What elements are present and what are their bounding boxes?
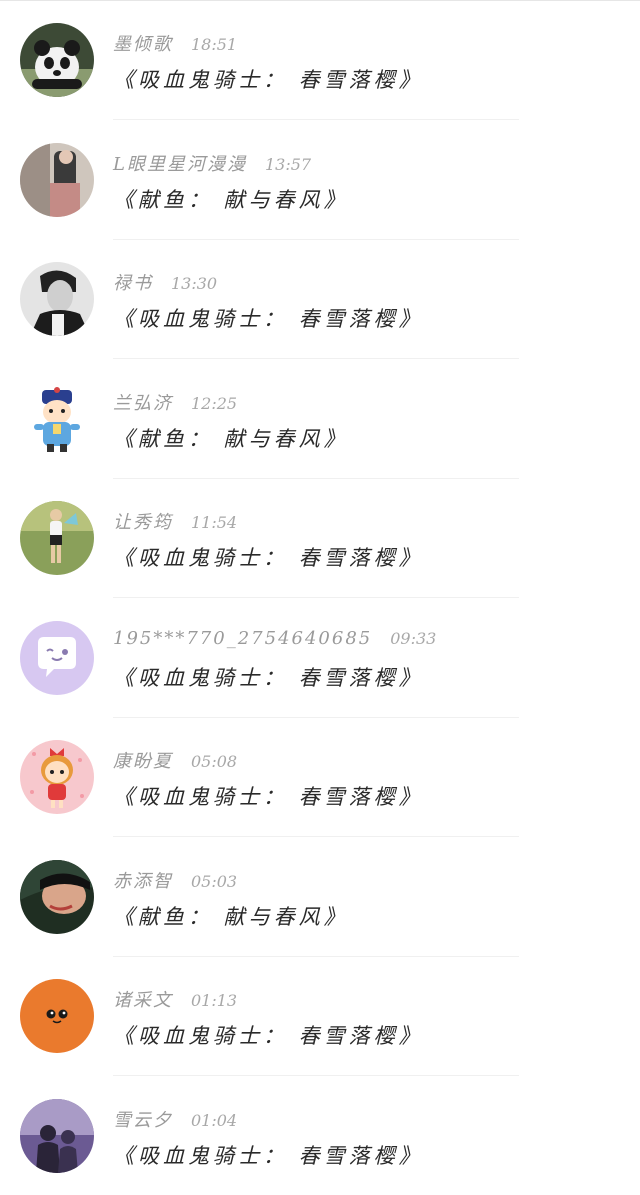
username[interactable]: 墨倾歌 — [113, 30, 173, 56]
comment-text: 《献鱼： 献与春风》 — [113, 904, 349, 929]
timestamp: 18:51 — [191, 35, 238, 54]
comment-text: 《献鱼： 献与春风》 — [113, 187, 349, 212]
comment-text: 《吸血鬼骑士： 春雪落樱》 — [113, 307, 424, 331]
comment-meta: 兰弘济 12:25 — [113, 389, 237, 415]
comment-meta: 让秀筠 11:54 — [113, 508, 237, 534]
list-item[interactable]: 诸采文 01:13 《吸血鬼骑士： 春雪落樱》 — [0, 956, 640, 1076]
comment-text: 《吸血鬼骑士： 春雪落樱》 — [113, 665, 424, 690]
timestamp: 12:25 — [191, 393, 238, 413]
cartoon-girl-avatar[interactable] — [20, 740, 94, 814]
username[interactable]: 兰弘济 — [113, 389, 173, 415]
timestamp: 01:04 — [191, 1110, 238, 1130]
list-item[interactable]: 195***770_2754640685 09:33 《吸血鬼骑士： 春雪落樱》 — [0, 598, 640, 718]
comment-meta: L眼里星河漫漫 13:57 — [113, 150, 311, 176]
username[interactable]: 让秀筠 — [113, 508, 173, 534]
list-item[interactable]: 墨倾歌 18:51 《吸血鬼骑士： 春雪落樱》 — [0, 0, 640, 120]
chat-bubble-avatar[interactable] — [20, 620, 94, 695]
username[interactable]: 康盼夏 — [113, 747, 173, 773]
list-item[interactable]: 禄书 13:30 《吸血鬼骑士： 春雪落樱》 — [0, 239, 640, 359]
comment-list: 墨倾歌 18:51 《吸血鬼骑士： 春雪落樱》 L眼里星河漫漫 13:57 《献… — [0, 0, 640, 1195]
timestamp: 13:57 — [264, 154, 312, 174]
timestamp: 05:03 — [191, 871, 238, 891]
timestamp: 09:33 — [390, 628, 437, 648]
comment-meta: 墨倾歌 18:51 — [113, 30, 237, 56]
username[interactable]: 禄书 — [113, 269, 153, 295]
orange-face-avatar[interactable] — [20, 979, 94, 1053]
photo-avatar[interactable] — [20, 142, 94, 217]
username[interactable]: L眼里星河漫漫 — [113, 150, 247, 176]
panda-avatar[interactable] — [20, 23, 94, 97]
girl-on-grass-avatar[interactable] — [20, 501, 94, 575]
list-item[interactable]: 康盼夏 05:08 《吸血鬼骑士： 春雪落樱》 — [0, 717, 640, 837]
username[interactable]: 195***770_2754640685 — [113, 628, 372, 649]
timestamp: 11:54 — [191, 513, 238, 532]
comment-text: 《献鱼： 献与春风》 — [113, 426, 349, 451]
comment-meta: 195***770_2754640685 09:33 — [113, 628, 436, 654]
list-item[interactable]: 雪云夕 01:04 《吸血鬼骑士： 春雪落樱》 — [0, 1076, 640, 1195]
comment-meta: 赤添智 05:03 — [113, 867, 237, 893]
comment-meta: 禄书 13:30 — [113, 269, 217, 295]
comment-text: 《吸血鬼骑士： 春雪落樱》 — [113, 1024, 424, 1048]
comment-meta: 康盼夏 05:08 — [113, 747, 237, 773]
couple-avatar[interactable] — [20, 1098, 94, 1173]
man-avatar[interactable] — [20, 262, 94, 336]
comment-text: 《吸血鬼骑士： 春雪落樱》 — [113, 68, 424, 92]
username[interactable]: 赤添智 — [113, 867, 173, 893]
comment-meta: 雪云夕 01:04 — [113, 1106, 237, 1132]
cartoon-official-avatar[interactable] — [20, 381, 94, 456]
timestamp: 05:08 — [191, 752, 238, 771]
comment-text: 《吸血鬼骑士： 春雪落樱》 — [113, 785, 424, 809]
portrait-avatar[interactable] — [20, 859, 94, 934]
list-item[interactable]: 让秀筠 11:54 《吸血鬼骑士： 春雪落樱》 — [0, 478, 640, 598]
timestamp: 13:30 — [171, 274, 218, 293]
username[interactable]: 诸采文 — [113, 986, 173, 1012]
comment-meta: 诸采文 01:13 — [113, 986, 237, 1012]
list-item[interactable]: 兰弘济 12:25 《献鱼： 献与春风》 — [0, 359, 640, 479]
comment-text: 《吸血鬼骑士： 春雪落樱》 — [113, 546, 424, 570]
username[interactable]: 雪云夕 — [113, 1106, 173, 1132]
comment-text: 《吸血鬼骑士： 春雪落樱》 — [113, 1143, 424, 1168]
list-item[interactable]: 赤添智 05:03 《献鱼： 献与春风》 — [0, 837, 640, 957]
list-item[interactable]: L眼里星河漫漫 13:57 《献鱼： 献与春风》 — [0, 120, 640, 240]
timestamp: 01:13 — [191, 991, 238, 1010]
